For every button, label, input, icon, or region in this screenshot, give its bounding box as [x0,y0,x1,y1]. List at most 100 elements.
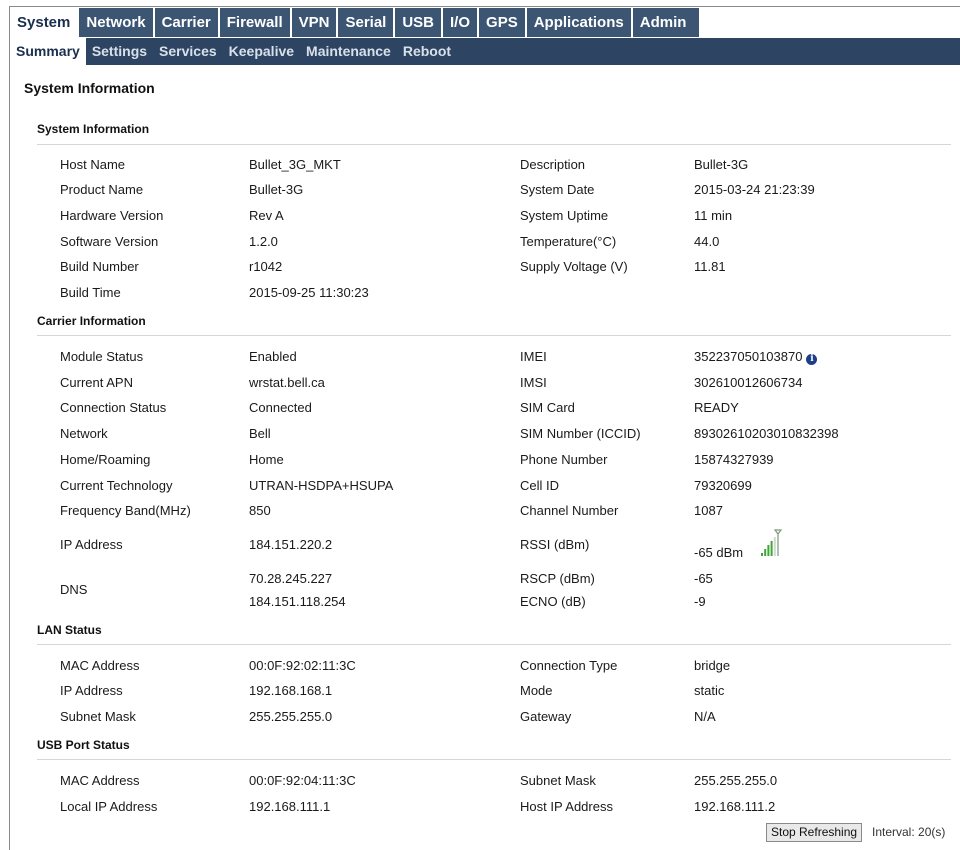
lan-subnet-mask-label: Subnet Mask [60,709,136,724]
tab-io[interactable]: I/O [443,8,480,37]
imei-value-row: 352237050103870 i [694,349,818,365]
lan-ip-address-label: IP Address [60,683,123,698]
subtab-reboot[interactable]: Reboot [397,38,457,65]
gateway-label: Gateway [520,709,572,724]
system-date-label: System Date [520,182,595,197]
module-status-label: Module Status [60,349,144,364]
connection-status-value: Connected [249,400,312,415]
current-apn-value: wrstat.bell.ca [249,375,325,390]
signal-bar [770,541,773,556]
software-version-label: Software Version [60,234,159,249]
current-technology-label: Current Technology [60,478,173,493]
tab-system[interactable]: System [10,8,80,37]
rscp-value: -65 [694,571,713,586]
build-time-value: 2015-09-25 11:30:23 [249,285,369,300]
tab-vpn[interactable]: VPN [292,8,339,37]
build-time-label: Build Time [60,285,121,300]
info-icon[interactable]: i [806,354,818,365]
imei-value: 352237050103870 [694,349,803,364]
cell-id-value: 79320699 [694,478,752,493]
subtab-summary[interactable]: Summary [10,38,86,65]
local-ip-value: 192.168.111.1 [249,799,331,814]
tab-serial[interactable]: Serial [338,8,396,37]
system-uptime-label: System Uptime [520,208,609,223]
host-ip-label: Host IP Address [520,799,613,814]
sim-card-value: READY [694,400,739,415]
build-number-label: Build Number [60,259,139,274]
sim-number-label: SIM Number (ICCID) [520,426,641,441]
dns-primary-value: 70.28.245.227 [249,571,333,586]
tab-usb[interactable]: USB [395,8,444,37]
connection-type-value: bridge [694,658,731,673]
phone-number-value: 15874327939 [694,452,774,467]
sim-card-label: SIM Card [520,400,575,415]
host-name-value: Bullet_3G_MKT [249,157,341,172]
tab-gps[interactable]: GPS [479,8,527,37]
imei-label: IMEI [520,349,547,364]
sim-number-value: 89302610203010832398 [694,426,839,441]
rscp-label: RSCP (dBm) [520,571,595,586]
frequency-band-label: Frequency Band(MHz) [60,503,191,518]
rssi-value: -65 dBm [694,545,744,560]
module-status-value: Enabled [249,349,297,364]
signal-bar [773,537,776,556]
refresh-interval: Interval: 20(s) [872,825,946,839]
stop-refreshing-button[interactable]: Stop Refreshing [766,823,863,842]
connection-status-label: Connection Status [60,400,167,415]
lan-subnet-mask-value: 255.255.255.0 [249,709,333,724]
tab-applications[interactable]: Applications [527,8,633,37]
usb-subnet-mask-label: Subnet Mask [520,773,596,788]
description-value: Bullet-3G [694,157,749,172]
tab-admin[interactable]: Admin [633,8,694,37]
hardware-version-value: Rev A [249,208,284,223]
page-title: System Information [24,80,155,96]
dns-secondary-value: 184.151.118.254 [249,594,346,609]
subtab-settings[interactable]: Settings [86,38,153,65]
gateway-value: N/A [694,709,716,724]
section-divider [37,759,951,760]
imsi-label: IMSI [520,375,547,390]
supply-voltage-value: 11.81 [694,259,726,274]
network-value: Bell [249,426,271,441]
tab-firewall[interactable]: Firewall [220,8,292,37]
build-number-value: r1042 [249,259,283,274]
lan-mac-address-value: 00:0F:92:02:11:3C [249,658,356,673]
current-technology-value: UTRAN-HSDPA+HSUPA [249,478,394,493]
description-label: Description [520,157,586,172]
cell-id-label: Cell ID [520,478,560,493]
frequency-band-value: 850 [249,503,271,518]
home-roaming-value: Home [249,452,284,467]
section-divider [37,335,951,336]
usb-subnet-mask-value: 255.255.255.0 [694,773,778,788]
signal-bar [764,549,767,556]
lan-ip-address-value: 192.168.168.1 [249,683,333,698]
ecno-value: -9 [694,594,706,609]
subtab-maintenance[interactable]: Maintenance [300,38,397,65]
usb-mac-address-value: 00:0F:92:04:11:3C [249,773,356,788]
system-date-value: 2015-03-24 21:23:39 [694,182,815,197]
channel-number-label: Channel Number [520,503,619,518]
secondary-nav: Summary Settings Services Keepalive Main… [10,38,960,65]
rssi-label: RSSI (dBm) [520,537,590,552]
temperature-label: Temperature(°C) [520,234,617,249]
software-version-value: 1.2.0 [249,234,278,249]
signal-bar [761,553,763,556]
current-apn-label: Current APN [60,375,133,390]
local-ip-label: Local IP Address [60,799,158,814]
home-roaming-label: Home/Roaming [60,452,151,467]
lan-mac-address-label: MAC Address [60,658,140,673]
section-title-usb: USB Port Status [37,738,130,752]
imsi-value: 302610012606734 [694,375,803,390]
subtab-services[interactable]: Services [153,38,223,65]
section-title-carrier: Carrier Information [37,314,146,328]
mode-value: static [694,683,725,698]
signal-strength-icon [761,529,782,556]
tab-carrier[interactable]: Carrier [155,8,220,37]
antenna-mast [773,529,782,556]
section-divider [37,644,951,645]
system-uptime-value: 11 min [694,208,733,223]
tab-network[interactable]: Network [79,8,155,37]
subtab-keepalive[interactable]: Keepalive [223,38,300,65]
product-name-value: Bullet-3G [249,182,304,197]
temperature-value: 44.0 [694,234,720,249]
